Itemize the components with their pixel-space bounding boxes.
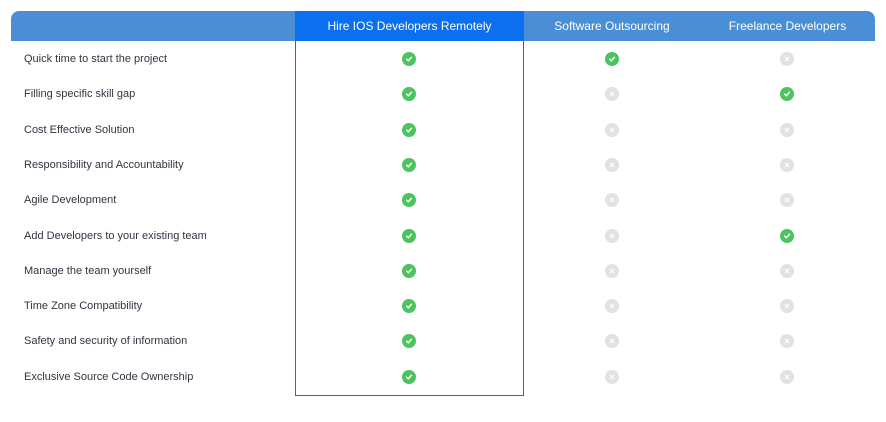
check-icon bbox=[402, 158, 416, 172]
cross-icon bbox=[605, 158, 619, 172]
column-header-freelance: Freelance Developers bbox=[728, 19, 847, 33]
row-label: Agile Development bbox=[24, 194, 117, 206]
cross-icon bbox=[780, 334, 794, 348]
row-label: Quick time to start the project bbox=[24, 53, 168, 65]
cross-icon bbox=[605, 370, 619, 384]
row-label: Manage the team yourself bbox=[24, 265, 152, 277]
cross-icon bbox=[605, 193, 619, 207]
check-icon bbox=[402, 193, 416, 207]
row-label: Exclusive Source Code Ownership bbox=[24, 371, 194, 383]
cross-icon bbox=[780, 158, 794, 172]
cross-icon bbox=[605, 334, 619, 348]
cross-icon bbox=[780, 264, 794, 278]
row-label: Time Zone Compatibility bbox=[24, 300, 143, 312]
check-icon bbox=[780, 87, 794, 101]
check-icon bbox=[402, 87, 416, 101]
column-header-software-outsourcing: Software Outsourcing bbox=[554, 19, 670, 33]
cross-icon bbox=[780, 52, 794, 66]
check-icon bbox=[402, 334, 416, 348]
check-icon bbox=[402, 229, 416, 243]
check-icon bbox=[402, 299, 416, 313]
row-label: Safety and security of information bbox=[24, 335, 188, 347]
cross-icon bbox=[605, 87, 619, 101]
row-label: Cost Effective Solution bbox=[24, 124, 135, 136]
column-header-hire-ios: Hire IOS Developers Remotely bbox=[327, 19, 492, 33]
cross-icon bbox=[605, 299, 619, 313]
check-icon bbox=[402, 123, 416, 137]
row-label: Filling specific skill gap bbox=[24, 88, 136, 100]
check-icon bbox=[780, 229, 794, 243]
row-label: Responsibility and Accountability bbox=[24, 159, 184, 171]
check-icon bbox=[402, 264, 416, 278]
cross-icon bbox=[780, 370, 794, 384]
cross-icon bbox=[605, 229, 619, 243]
cross-icon bbox=[780, 123, 794, 137]
check-icon bbox=[402, 52, 416, 66]
cross-icon bbox=[780, 299, 794, 313]
cross-icon bbox=[605, 123, 619, 137]
row-label: Add Developers to your existing team bbox=[24, 230, 207, 242]
cross-icon bbox=[605, 264, 619, 278]
cross-icon bbox=[780, 193, 794, 207]
check-icon bbox=[402, 370, 416, 384]
check-icon bbox=[605, 52, 619, 66]
